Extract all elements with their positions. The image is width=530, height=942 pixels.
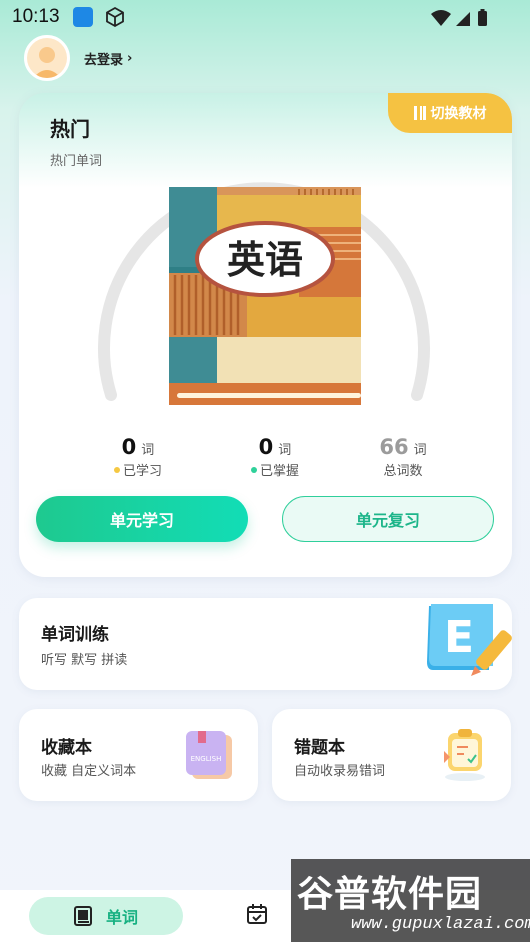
book-title: 英语 — [227, 238, 303, 282]
textbook-card: 切换教材 热门 热门单词 英语 0 词 已学习 0 词 已掌握 66 词 总词数… — [19, 93, 512, 577]
mistakes-card[interactable]: 错题本 自动收录易错词 — [272, 709, 511, 801]
signal-icon — [456, 12, 470, 26]
nav-words-label: 单词 — [105, 908, 138, 927]
word-training-subtitle: 听写 默写 拼读 — [41, 653, 128, 668]
wifi-icon — [431, 10, 451, 26]
stat-mastered-value: 0 — [258, 435, 274, 459]
mistakes-subtitle: 自动收录易错词 — [294, 764, 386, 779]
english-book-icon: ENGLISH — [186, 731, 232, 779]
watermark-main: 谷普软件园 — [297, 874, 483, 915]
login-link[interactable]: 去登录 — [84, 49, 123, 68]
clipboard-check-icon — [444, 729, 485, 781]
stat-learned-label: 已学习 — [122, 464, 162, 479]
favorites-title: 收藏本 — [41, 738, 92, 758]
chevron-right-icon: › — [127, 50, 133, 66]
status-icons — [431, 9, 487, 26]
favorites-subtitle: 收藏 自定义词本 — [41, 764, 137, 779]
login-row[interactable]: 去登录 › — [24, 35, 132, 81]
stat-mastered: 0词 已掌握 — [215, 435, 335, 479]
mastered-dot-icon — [250, 466, 257, 473]
stat-total-label: 总词数 — [383, 464, 423, 479]
watermark: 谷普软件园 www.gupuxlazai.com — [291, 859, 530, 942]
stat-total-value: 66 — [379, 435, 409, 459]
user-avatar-icon — [27, 38, 67, 78]
stat-mastered-label: 已掌握 — [259, 464, 299, 479]
word-training-title: 单词训练 — [41, 625, 109, 645]
svg-text:ENGLISH: ENGLISH — [191, 755, 222, 763]
battery-icon — [478, 11, 487, 26]
book-icon — [73, 906, 92, 926]
stat-total-unit: 词 — [413, 443, 427, 458]
calendar-check-icon[interactable] — [246, 903, 268, 925]
cube-icon — [106, 6, 124, 28]
stat-mastered-unit: 词 — [278, 443, 292, 458]
status-bar: 10:13 — [0, 0, 530, 36]
app-notification-icon — [73, 7, 93, 27]
unit-review-button[interactable]: 单元复习 — [282, 496, 494, 542]
stat-learned-value: 0 — [121, 435, 137, 459]
unit-learn-button[interactable]: 单元学习 — [36, 496, 248, 542]
stat-total: 66 词 总词数 — [343, 435, 463, 479]
mistakes-title: 错题本 — [294, 738, 345, 758]
status-time: 10:13 — [12, 6, 60, 27]
svg-text:E: E — [444, 612, 474, 663]
stat-learned-unit: 词 — [141, 443, 155, 458]
letter-e-pencil-icon: E — [427, 604, 512, 676]
textbook-cover[interactable]: 英语 — [169, 187, 363, 409]
avatar[interactable] — [24, 35, 70, 81]
stat-learned: 0词 已学习 — [78, 435, 198, 479]
favorites-card[interactable]: 收藏本 收藏 自定义词本 ENGLISH — [19, 709, 258, 801]
word-training-card[interactable]: 单词训练 听写 默写 拼读 E — [19, 598, 512, 690]
watermark-url: www.gupuxlazai.com — [351, 915, 530, 934]
learned-dot-icon — [113, 466, 120, 473]
nav-words-tab[interactable]: 单词 — [29, 897, 183, 935]
